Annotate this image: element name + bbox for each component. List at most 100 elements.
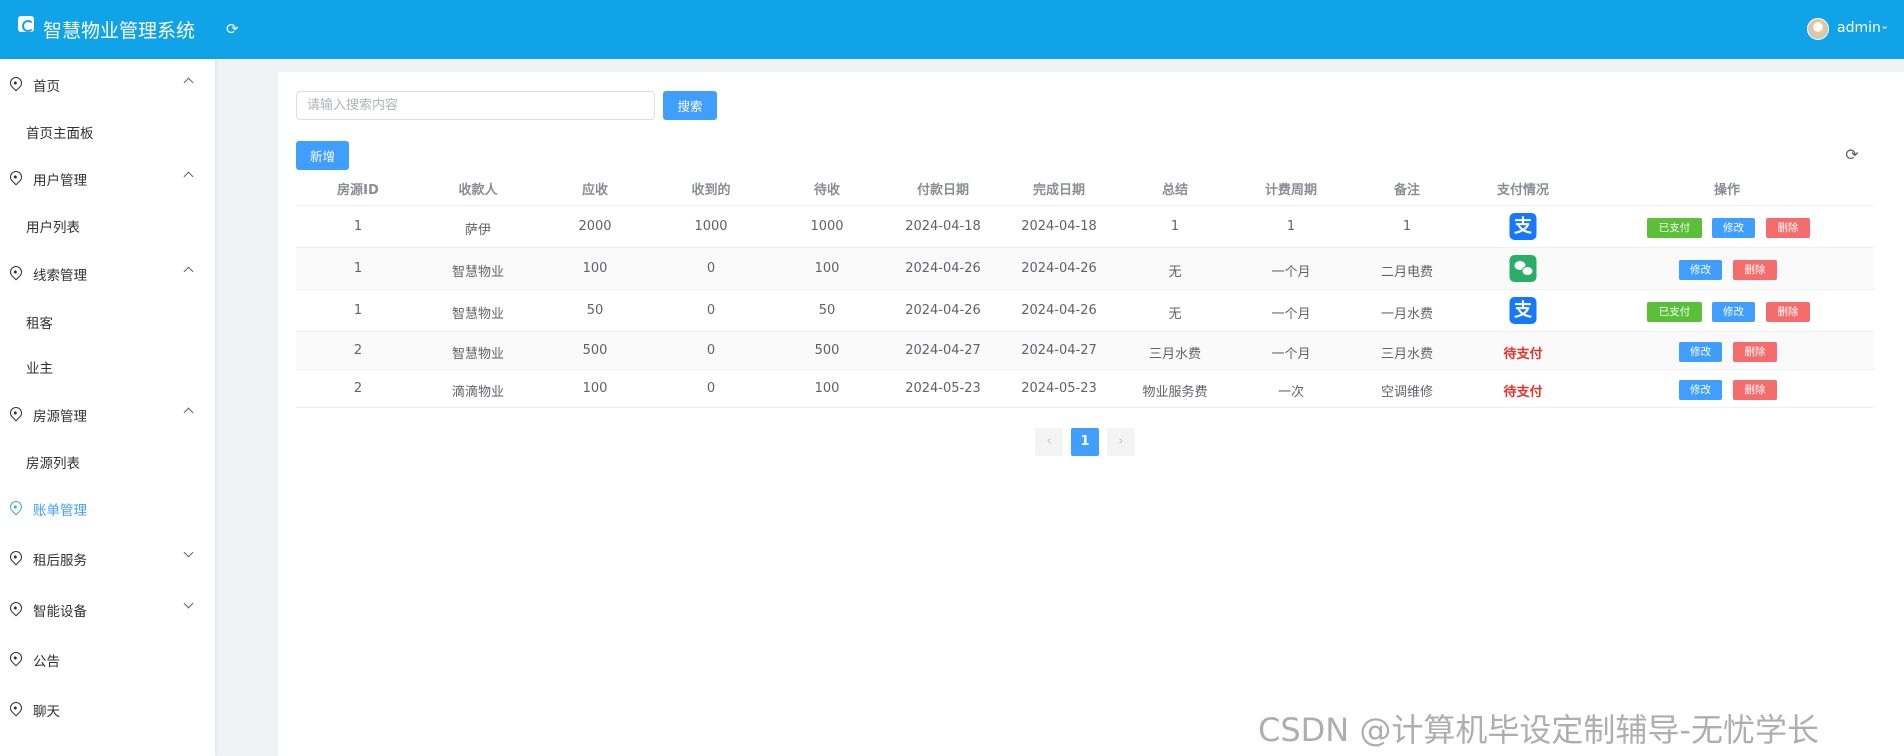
table-cell: 萨伊 <box>464 223 492 238</box>
table-cell: 无 <box>1168 265 1182 280</box>
column-header: 收款人 <box>458 183 498 198</box>
column-header: 收到的 <box>691 183 731 198</box>
sidebar-item-label: 线索管理 <box>33 268 87 284</box>
sidebar-subitem-user-list[interactable]: 用户列表 <box>0 210 215 240</box>
column-header: 待收 <box>813 183 841 198</box>
column-header: 应收 <box>581 183 609 198</box>
table-cell: 500 <box>814 343 840 358</box>
table-cell: 空调维修 <box>1380 385 1434 400</box>
sidebar-item-smart-devices[interactable]: 智能设备 <box>0 594 215 624</box>
table-cell: 2024-04-18 <box>1021 219 1097 234</box>
table-cell: 2024-04-27 <box>1021 343 1097 358</box>
refresh-icon[interactable]: ⟳ <box>226 20 239 38</box>
pagination-prev-button[interactable]: ‹ <box>1035 428 1063 456</box>
table-cell: 1 <box>353 303 363 318</box>
chevron-up-icon <box>183 407 194 418</box>
edit-button[interactable]: 修改 <box>1712 302 1755 322</box>
table-cell: 100 <box>582 381 608 396</box>
delete-button[interactable]: 删除 <box>1766 218 1810 238</box>
refresh-icon[interactable]: ⟳ <box>1843 146 1861 164</box>
edit-button[interactable]: 修改 <box>1712 218 1755 238</box>
paid-button[interactable]: 已支付 <box>1647 218 1702 238</box>
sidebar-item-users[interactable]: 用户管理 <box>0 163 215 193</box>
sidebar-item-label: 聊天 <box>33 704 60 720</box>
paid-button[interactable]: 已支付 <box>1647 302 1702 322</box>
avatar[interactable] <box>1807 18 1829 40</box>
sidebar-item-label: 用户列表 <box>26 220 80 236</box>
sidebar-item-leads[interactable]: 线索管理 <box>0 258 215 288</box>
sidebar-subitem-owners[interactable]: 业主 <box>0 351 215 381</box>
table-cell: 一个月 <box>1271 307 1311 322</box>
sidebar-item-notices[interactable]: 公告 <box>0 644 215 674</box>
sidebar-item-billing[interactable]: 账单管理 <box>0 493 215 523</box>
sidebar-item-label: 公告 <box>33 654 60 670</box>
table-cell: 0 <box>706 303 716 318</box>
pagination-page-button[interactable]: 1 <box>1071 428 1099 456</box>
table-cell: 1 <box>1402 219 1412 234</box>
sidebar-item-label: 业主 <box>26 361 53 377</box>
table-cell: 无 <box>1168 307 1182 322</box>
table-cell: 2024-04-26 <box>905 303 981 318</box>
table-cell: 三月水费 <box>1148 347 1202 362</box>
pagination-next-button[interactable]: › <box>1107 428 1135 456</box>
edit-button[interactable]: 修改 <box>1679 260 1722 280</box>
column-header: 总结 <box>1161 183 1189 198</box>
table-cell: 50 <box>586 303 604 318</box>
username[interactable]: admin <box>1837 20 1881 36</box>
table-cell: 2024-04-26 <box>1021 261 1097 276</box>
location-pin-icon <box>7 168 25 186</box>
table-cell: 滴滴物业 <box>451 385 505 400</box>
sidebar-item-label: 房源列表 <box>26 456 80 472</box>
table-cell: 1 <box>1286 219 1296 234</box>
search-button[interactable]: 搜索 <box>663 91 717 120</box>
sidebar-subitem-dashboard[interactable]: 首页主面板 <box>0 116 215 146</box>
top-header: 智慧物业管理系统 ⟳ admin ⌄ <box>0 0 1904 59</box>
sidebar-item-label: 首页 <box>33 79 60 95</box>
table-cell: 三月水费 <box>1380 347 1434 362</box>
table-cell: 1 <box>353 219 363 234</box>
wechat-pay-icon <box>1509 255 1537 282</box>
sidebar-item-after-rent[interactable]: 租后服务 <box>0 543 215 573</box>
location-pin-icon <box>7 649 25 667</box>
delete-button[interactable]: 删除 <box>1733 342 1777 362</box>
delete-button[interactable]: 删除 <box>1733 380 1777 400</box>
app-title: 智慧物业管理系统 <box>43 20 196 42</box>
table-cell: 一个月 <box>1271 347 1311 362</box>
sidebar-item-label: 智能设备 <box>33 604 87 620</box>
sidebar: 首页 首页主面板 用户管理 用户列表 线索管理 租客 业主 房源管理 房源列表 … <box>0 59 215 756</box>
table-cell: 100 <box>814 261 840 276</box>
table-cell: 一月水费 <box>1380 307 1434 322</box>
payment-status: 待支付 <box>1503 385 1543 400</box>
table-cell: 0 <box>706 381 716 396</box>
sidebar-item-label: 用户管理 <box>33 173 87 189</box>
location-pin-icon <box>7 263 25 281</box>
add-button[interactable]: 新增 <box>296 141 349 170</box>
table-cell: 2 <box>353 381 363 396</box>
table-cell: 1000 <box>694 219 728 234</box>
sidebar-subitem-listing-list[interactable]: 房源列表 <box>0 446 215 476</box>
column-header: 完成日期 <box>1032 183 1086 198</box>
sidebar-item-label: 首页主面板 <box>26 126 94 142</box>
sidebar-item-chat[interactable]: 聊天 <box>0 694 215 724</box>
table-cell: 2024-04-18 <box>905 219 981 234</box>
location-pin-icon <box>7 404 25 422</box>
chevron-down-icon[interactable]: ⌄ <box>1880 19 1889 32</box>
sidebar-subitem-tenants[interactable]: 租客 <box>0 306 215 336</box>
chevron-down-icon <box>183 598 194 609</box>
table-cell: 0 <box>706 343 716 358</box>
table-cell: 智慧物业 <box>451 347 505 362</box>
edit-button[interactable]: 修改 <box>1679 380 1722 400</box>
search-input[interactable] <box>296 91 655 120</box>
chevron-down-icon <box>183 547 194 558</box>
location-pin-icon <box>7 599 25 617</box>
sidebar-item-label: 账单管理 <box>33 503 87 519</box>
edit-button[interactable]: 修改 <box>1679 342 1722 362</box>
sidebar-item-listings[interactable]: 房源管理 <box>0 399 215 429</box>
sidebar-item-home[interactable]: 首页 <box>0 69 215 99</box>
column-header: 计费周期 <box>1264 183 1318 198</box>
delete-button[interactable]: 删除 <box>1733 260 1777 280</box>
delete-button[interactable]: 删除 <box>1766 302 1810 322</box>
sidebar-item-label: 房源管理 <box>33 409 87 425</box>
location-pin-icon <box>7 548 25 566</box>
table-cell: 2000 <box>578 219 612 234</box>
